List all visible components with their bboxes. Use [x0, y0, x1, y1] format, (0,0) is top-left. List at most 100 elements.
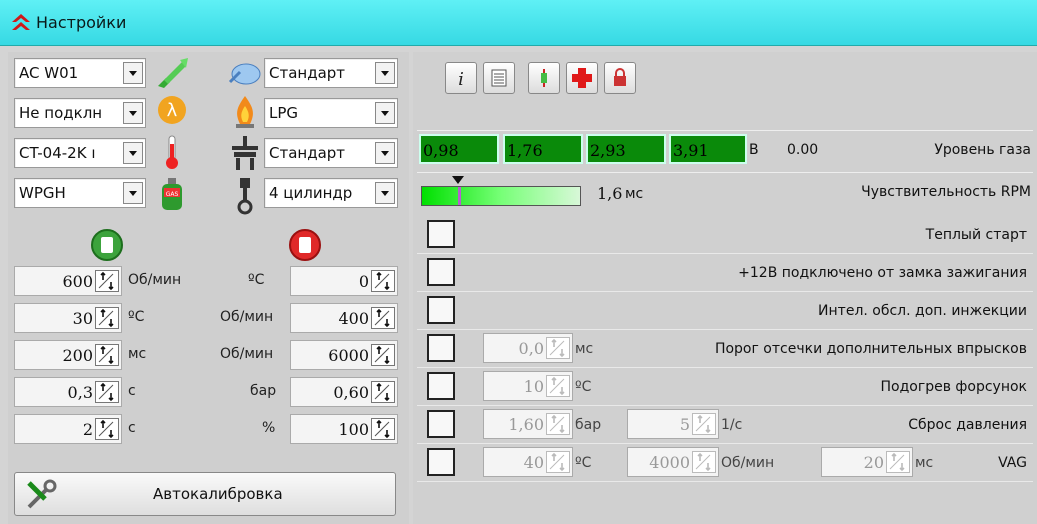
setting-4-checkbox[interactable]	[427, 334, 455, 362]
temp-sensor-select[interactable]: CT-04-2K ı	[14, 138, 146, 168]
setting-5-checkbox[interactable]	[427, 372, 455, 400]
gas-level-3: 2,93	[586, 134, 666, 164]
chevron-down-icon[interactable]	[375, 62, 395, 84]
lock-icon	[614, 68, 626, 86]
divider	[417, 130, 1033, 131]
setting-6-checkbox[interactable]	[427, 410, 455, 438]
spin-arrows-icon[interactable]	[371, 418, 395, 440]
right-param-5-unit: %	[262, 420, 276, 436]
left-param-4-value: 0,3	[67, 383, 93, 402]
info-icon: i	[458, 69, 464, 90]
right-param-3[interactable]: 6000	[290, 340, 398, 370]
info-button[interactable]: i	[445, 62, 477, 94]
collapse-chevron-icon[interactable]	[9, 11, 33, 33]
slider-thumb-icon[interactable]	[452, 176, 465, 186]
chevron-down-icon[interactable]	[123, 142, 143, 164]
setting-1-label: Теплый старт	[925, 227, 1027, 243]
setting-row-6: Сброс давления 1,60 бар 5 1/с	[417, 406, 1033, 444]
setting-5-field-1: 10	[483, 371, 573, 401]
injector-icon	[158, 58, 188, 88]
setting-7-checkbox[interactable]	[427, 448, 455, 476]
gas-level-label: Уровень газа	[934, 142, 1031, 158]
right-param-5[interactable]: 100	[290, 414, 398, 444]
right-param-4[interactable]: 0,60	[290, 377, 398, 407]
setting-6-field-2-value: 5	[679, 415, 690, 434]
lock-button[interactable]	[604, 62, 636, 94]
chevron-down-icon[interactable]	[123, 62, 143, 84]
flame-icon	[236, 96, 254, 128]
right-param-2[interactable]: 400	[290, 303, 398, 333]
chevron-down-icon[interactable]	[375, 182, 395, 204]
setting-7-field-2-value: 4000	[649, 453, 690, 472]
rpm-sensitivity-slider[interactable]	[421, 186, 581, 206]
spin-arrows-icon[interactable]	[371, 381, 395, 403]
right-panel: i 0,98 1,76 2,93 3,91 В 0.00 Уровень газ…	[413, 52, 1037, 524]
right-param-3-unit: Об/мин	[220, 346, 274, 362]
setting-row-3: Интел. обсл. доп. инжекции	[417, 292, 1033, 330]
setting-5-field-1-value: 10	[523, 377, 544, 396]
right-param-1-value: 0	[358, 272, 369, 291]
spin-arrows-icon[interactable]	[371, 307, 395, 329]
gas-level-unit: В	[749, 142, 759, 158]
setting-7-field-3: 20	[821, 447, 913, 477]
left-param-3[interactable]: 200	[14, 340, 122, 370]
list-button[interactable]	[483, 62, 515, 94]
setting-6-field-1-value: 1,60	[508, 415, 544, 434]
gas-sensor-select[interactable]: WPGH	[14, 178, 146, 208]
setting-row-1: Теплый старт	[417, 216, 1033, 254]
setting-1-checkbox[interactable]	[427, 220, 455, 248]
left-param-1[interactable]: 600	[14, 266, 122, 296]
spin-arrows-icon[interactable]	[95, 270, 119, 292]
controller-select[interactable]: AC W01	[14, 58, 146, 88]
connector-button[interactable]	[528, 62, 560, 94]
lambda-select-value: Не подклн	[19, 104, 103, 122]
autocalibration-button[interactable]: Автокалибровка	[14, 472, 396, 516]
list-icon	[491, 69, 507, 87]
left-param-2-unit: ºC	[128, 309, 145, 325]
chevron-down-icon[interactable]	[375, 142, 395, 164]
spin-arrows-icon[interactable]	[95, 381, 119, 403]
spin-arrows-icon[interactable]	[95, 418, 119, 440]
chevron-down-icon[interactable]	[123, 102, 143, 124]
title-bar: Настройки	[0, 0, 1037, 46]
autocalibration-label: Автокалибровка	[153, 485, 283, 503]
chevron-down-icon[interactable]	[123, 182, 143, 204]
setting-5-unit-1: ºC	[575, 379, 592, 395]
spin-arrows-icon[interactable]	[371, 270, 395, 292]
setting-3-checkbox[interactable]	[427, 296, 455, 324]
cylinders-select[interactable]: 4 цилиндр	[264, 178, 398, 208]
lambda-icon: λ	[158, 96, 186, 124]
spin-arrows-icon[interactable]	[371, 344, 395, 366]
chevron-down-icon[interactable]	[375, 102, 395, 124]
right-param-2-unit: Об/мин	[220, 309, 274, 325]
svg-text:i: i	[458, 69, 464, 90]
setting-2-checkbox[interactable]	[427, 258, 455, 286]
injector-type-select-value: Стандарт	[269, 144, 346, 162]
spin-arrows-icon	[546, 413, 570, 435]
setting-7-field-1-value: 40	[523, 453, 544, 472]
left-param-5[interactable]: 2	[14, 414, 122, 444]
spin-arrows-icon[interactable]	[95, 307, 119, 329]
right-param-1[interactable]: 0	[290, 266, 398, 296]
setting-4-field-1: 0,0	[483, 333, 573, 363]
right-param-1-unit: ºC	[248, 272, 265, 288]
gas-level-4-value: 3,91	[673, 141, 709, 160]
injector-type-select[interactable]: Стандарт	[264, 138, 398, 168]
spin-arrows-icon	[886, 451, 910, 473]
engine-icon	[228, 63, 261, 85]
left-param-3-unit: мс	[128, 346, 147, 362]
left-param-4[interactable]: 0,3	[14, 377, 122, 407]
plus-button[interactable]	[566, 62, 598, 94]
engine-type-select[interactable]: Стандарт	[264, 58, 398, 88]
piston-icon	[237, 178, 253, 215]
gas-level-1-value: 0,98	[423, 141, 459, 160]
spin-arrows-icon	[546, 375, 570, 397]
setting-7-unit-3: мс	[915, 455, 934, 471]
fuel-type-select[interactable]: LPG	[264, 98, 398, 128]
tools-icon	[27, 479, 57, 509]
lambda-select[interactable]: Не подклн	[14, 98, 146, 128]
fuel-type-select-value: LPG	[269, 104, 299, 122]
spin-arrows-icon[interactable]	[95, 344, 119, 366]
divider	[417, 172, 1033, 173]
left-param-2[interactable]: 30	[14, 303, 122, 333]
